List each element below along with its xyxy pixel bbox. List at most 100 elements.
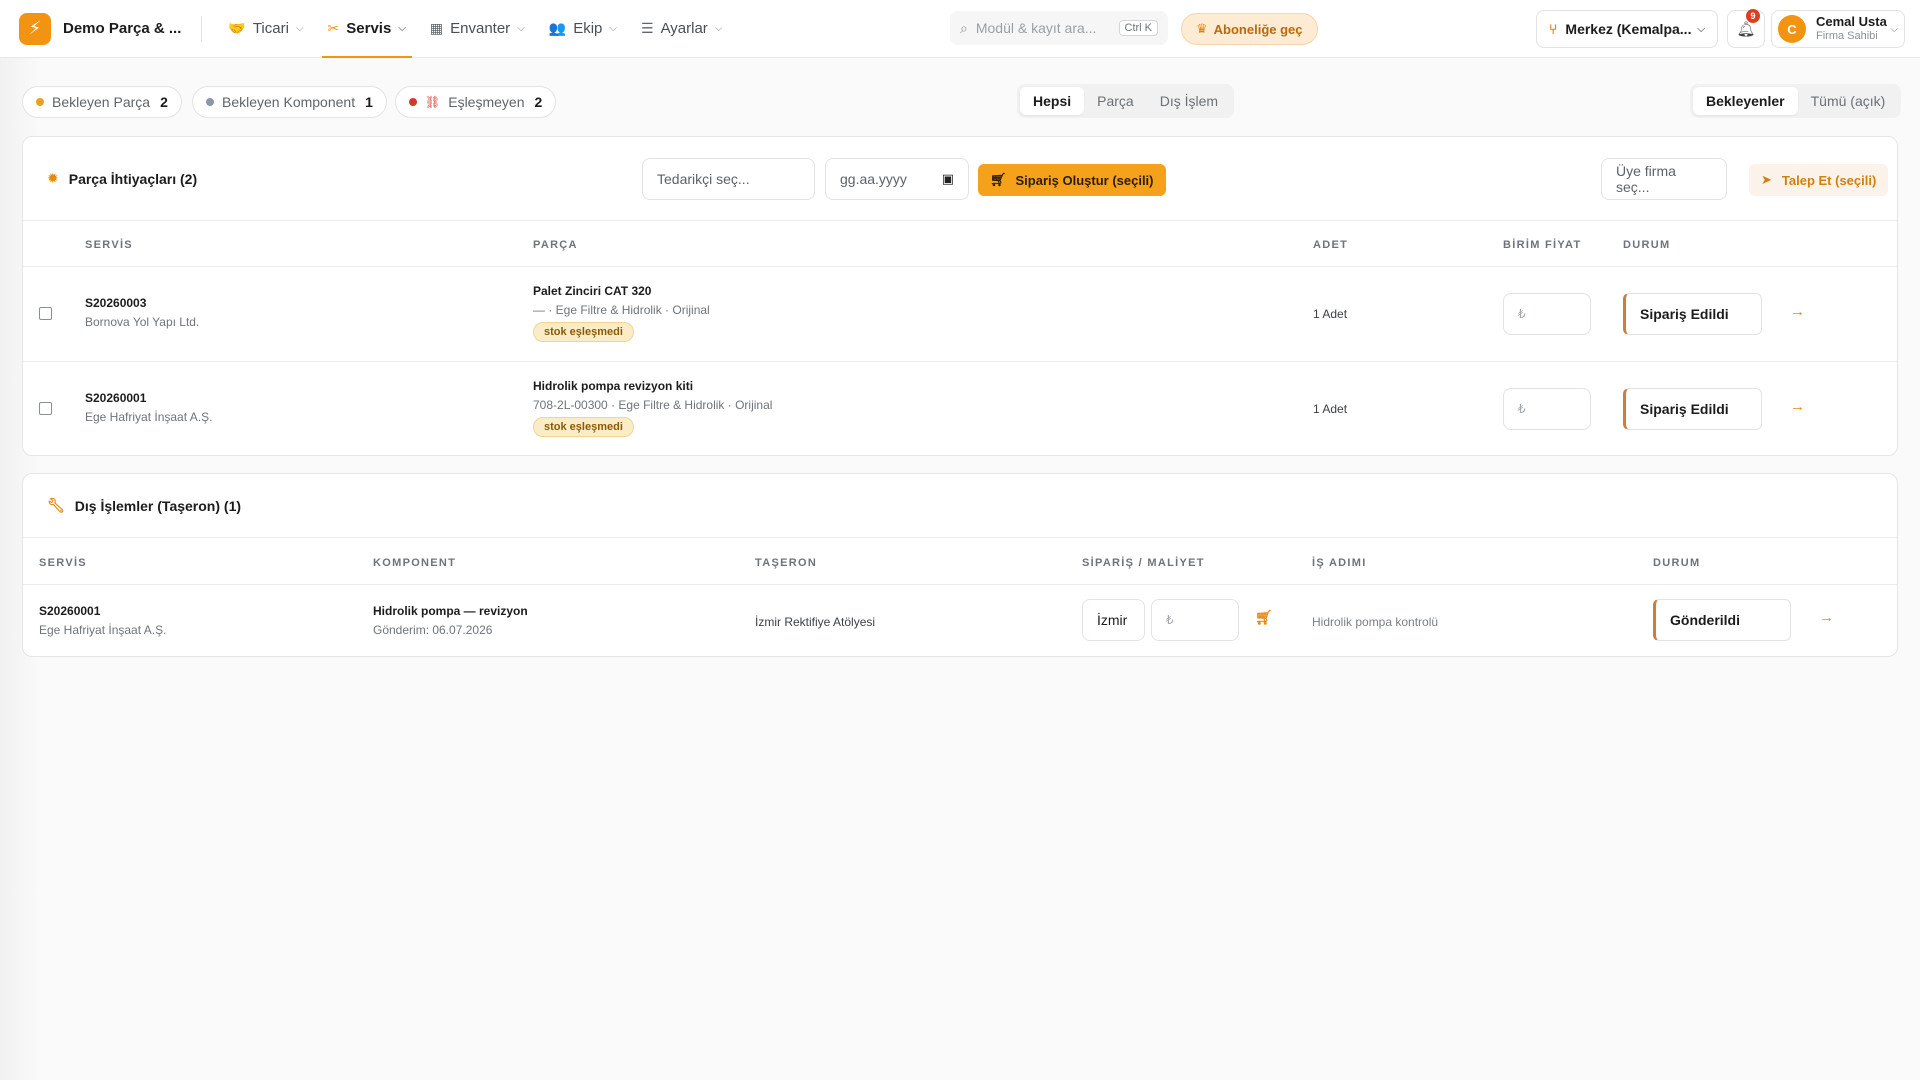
nav-ekip[interactable]: 👥 Ekip ⌵ [543,0,623,58]
column-header: SERVİS [85,239,133,251]
warehouse-icon: ▦ [429,20,444,36]
subscribe-button[interactable]: ♛ Aboneliğe geç [1181,13,1318,45]
calendar-icon: ▣ [941,171,954,186]
arrow-right-icon[interactable]: → [1819,609,1834,626]
branch-selector[interactable]: ⑂ Merkez (Kemalpa... ⌵ [1536,10,1718,48]
status-select[interactable]: Sipariş Edildi [1623,293,1762,335]
quantity: 1 Adet [1313,402,1348,416]
part-name: Hidrolik pompa revizyon kiti [533,379,694,393]
column-header: TAŞERON [755,557,818,569]
unit-price-input[interactable]: ₺ [1503,293,1591,335]
status-dot [409,98,417,106]
status-label: Sipariş Edildi [1640,401,1729,417]
part-cell: Palet Zinciri CAT 320 — · Ege Filtre & H… [533,284,710,342]
date-placeholder: gg.aa.yyyy [840,171,907,187]
filter-pill-unmatched[interactable]: ⛓ Eşleşmeyen 2 [395,86,557,118]
table-header: SERVİS KOMPONENT TAŞERON SİPARİŞ / MALİY… [23,538,1897,585]
search-input[interactable]: ⌕ Modül & kayıt ara... Ctrl K [950,11,1168,45]
tab-external[interactable]: Dış İşlem [1147,87,1231,115]
handshake-icon: 🤝 [228,20,246,36]
divider [201,15,203,42]
user-info: Cemal Usta Firma Sahibi [1816,14,1887,43]
request-button[interactable]: ➤ Talep Et (seçili) [1749,164,1889,196]
column-header: BİRİM FİYAT [1503,239,1582,251]
brand[interactable]: ⚡ Demo Parça & ... [19,12,181,45]
service-cell: S20260003 Bornova Yol Yapı Ltd. [85,296,199,329]
filter-pill-waiting-parts[interactable]: Bekleyen Parça 2 [22,86,182,118]
pill-count: 1 [365,94,373,110]
wrench-icon: 🔧︎ [47,497,65,513]
create-order-button[interactable]: 🛒︎ Sipariş Oluştur (seçili) [978,164,1166,196]
service-code[interactable]: S20260001 [85,391,212,405]
nav-servis[interactable]: ✂ Servis ⌵ [321,0,413,58]
part-detail: 708-2L-00300 · Ege Filtre & Hidrolik · O… [533,398,773,412]
type-filter-tabs: Hepsi Parça Dış İşlem [1017,84,1235,118]
currency-placeholder: ₺ [1518,402,1526,416]
branch-label: Merkez (Kemalpa... [1565,21,1692,37]
card-header: 🔧︎ Dış İşlemler (Taşeron) (1) [23,474,1897,538]
customer-name: Bornova Yol Yapı Ltd. [85,315,200,329]
cart-icon: 🛒︎ [990,172,1007,187]
nav-ayarlar[interactable]: ☰ Ayarlar ⌵ [635,0,728,58]
tab-part[interactable]: Parça [1084,87,1147,115]
column-header: SERVİS [39,557,87,569]
cost-input[interactable]: ₺ [1151,599,1239,641]
lightning-logo-icon: ⚡ [19,12,51,45]
nav-label: Ticari [252,20,289,37]
chevron-down-icon: ⌵ [295,23,304,34]
row-checkbox[interactable] [39,402,52,415]
chevron-down-icon: ⌵ [398,23,406,34]
row-checkbox[interactable] [39,307,52,320]
service-code[interactable]: S20260001 [39,604,166,618]
order-ref-input[interactable]: İzmir [1082,599,1145,641]
send-icon: ➤ [1761,172,1772,187]
subscribe-label: Aboneliğe geç [1213,21,1303,37]
pill-label: Bekleyen Komponent [222,94,356,110]
card-title: ✹ Parça İhtiyaçları (2) [47,170,197,187]
sliders-icon: ☰ [641,20,654,36]
member-company-select[interactable]: Üye firma seç... [1601,158,1727,200]
status-label: Sipariş Edildi [1640,306,1729,322]
column-header: PARÇA [533,239,578,251]
chevron-down-icon: ⌵ [1890,23,1898,35]
service-cell: S20260001 Ege Hafriyat İnşaat A.Ş. [85,391,212,424]
customer-name: Ege Hafriyat İnşaat A.Ş. [39,623,167,637]
arrow-right-icon[interactable]: → [1790,303,1805,320]
table-row: S20260001 Ege Hafriyat İnşaat A.Ş. Hidro… [23,362,1897,455]
stock-unmatched-badge: stok eşleşmedi [533,322,634,342]
status-select[interactable]: Sipariş Edildi [1623,388,1762,430]
status-select[interactable]: Gönderildi [1653,599,1791,641]
nav-ticari[interactable]: 🤝 Ticari ⌵ [222,0,309,58]
chevron-down-icon: ⌵ [517,23,525,34]
part-cell: Hidrolik pompa revizyon kiti 708-2L-0030… [533,379,772,437]
search-icon: ⌕ [960,19,968,36]
create-order-label: Sipariş Oluştur (seçili) [1015,172,1154,188]
status-dot [206,98,214,106]
tab-waiting[interactable]: Bekleyenler [1693,87,1798,115]
nav-envanter[interactable]: ▦ Envanter ⌵ [424,0,531,58]
service-code[interactable]: S20260003 [85,296,199,310]
supplier-select[interactable]: Tedarikçi seç... [642,158,815,200]
currency-placeholder: ₺ [1166,613,1174,627]
chevron-down-icon: ⌵ [1697,23,1705,35]
date-input[interactable]: gg.aa.yyyy ▣ [825,158,969,200]
unit-price-input[interactable]: ₺ [1503,388,1591,430]
status-dot [36,98,44,106]
scope-filter-tabs: Bekleyenler Tümü (açık) [1690,84,1902,118]
crown-icon: ♛ [1196,21,1208,36]
tab-all[interactable]: Hepsi [1020,87,1085,115]
user-menu[interactable]: C Cemal Usta Firma Sahibi ⌵ [1771,10,1905,48]
tab-all-open[interactable]: Tümü (açık) [1798,87,1899,115]
card-header: ✹ Parça İhtiyaçları (2) Tedarikçi seç...… [23,137,1897,221]
main-nav: 🤝 Ticari ⌵ ✂ Servis ⌵ ▦ Envanter ⌵ 👥 Eki… [222,0,740,58]
cart-icon[interactable]: 🛒︎ [1255,609,1273,626]
team-icon: 👥 [548,20,567,36]
nav-label: Envanter [450,20,511,37]
search-placeholder: Modül & kayıt ara... [975,20,1097,36]
filter-pill-waiting-components[interactable]: Bekleyen Komponent 1 [192,86,387,118]
pill-label: Bekleyen Parça [52,94,151,110]
table-header: SERVİS PARÇA ADET BİRİM FİYAT DURUM [23,221,1897,267]
column-header: DURUM [1623,239,1671,251]
arrow-right-icon[interactable]: → [1790,398,1805,415]
notifications-button[interactable]: 🔔︎ 9 [1727,9,1765,48]
